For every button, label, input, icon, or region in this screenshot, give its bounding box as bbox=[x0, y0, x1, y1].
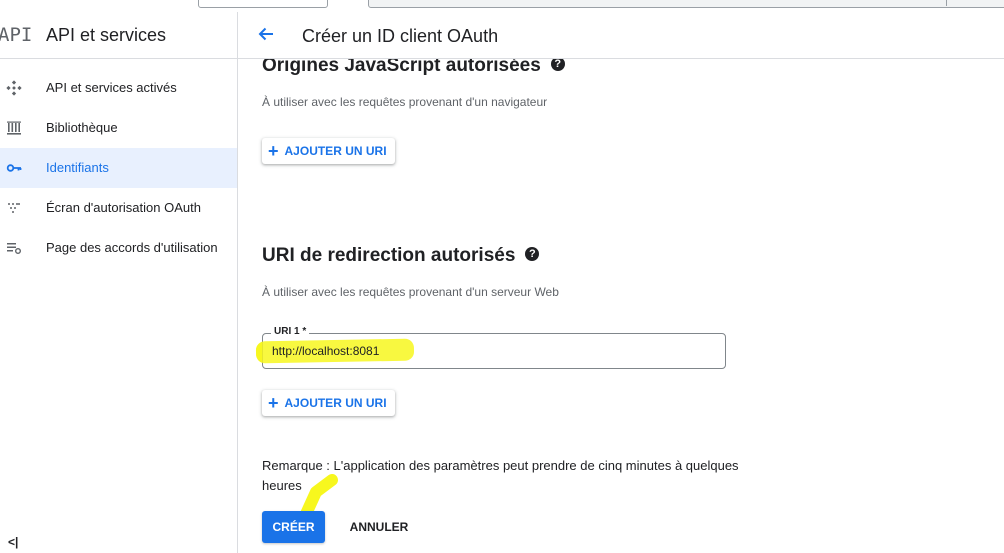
help-icon[interactable]: ? bbox=[525, 246, 540, 261]
browser-tab-fragment[interactable] bbox=[198, 0, 328, 8]
redirect-uri-1-input[interactable] bbox=[272, 344, 712, 358]
sidebar-item-oauth-consent[interactable]: Écran d'autorisation OAuth bbox=[0, 188, 237, 228]
plus-icon: + bbox=[268, 393, 279, 413]
cancel-button[interactable]: ANNULER bbox=[340, 511, 418, 543]
create-button[interactable]: CRÉER bbox=[262, 511, 325, 543]
collapse-sidebar-button[interactable]: <| bbox=[8, 535, 18, 549]
sidebar-item-label: Identifiants bbox=[46, 160, 109, 175]
plus-icon: + bbox=[268, 141, 279, 161]
api-logo: API bbox=[0, 24, 33, 46]
browser-divider bbox=[946, 0, 947, 6]
add-redirect-uri-button[interactable]: + AJOUTER UN URI bbox=[262, 390, 395, 416]
help-icon[interactable]: ? bbox=[550, 56, 565, 71]
consent-dots-icon bbox=[6, 200, 22, 216]
redirect-uris-description: À utiliser avec les requêtes provenant d… bbox=[262, 285, 559, 299]
redirect-uri-1-label: URI 1 * bbox=[271, 326, 310, 337]
page-header: Créer un ID client OAuth bbox=[238, 12, 1004, 59]
js-origins-description: À utiliser avec les requêtes provenant d… bbox=[262, 95, 548, 109]
back-arrow-icon[interactable] bbox=[256, 24, 276, 44]
library-icon bbox=[6, 120, 22, 136]
sidebar-item-library[interactable]: Bibliothèque bbox=[0, 108, 237, 148]
sidebar-item-credentials[interactable]: Identifiants bbox=[0, 148, 237, 188]
sidebar-item-label: API et services activés bbox=[46, 80, 177, 95]
sidebar-item-label: Page des accords d'utilisation bbox=[46, 240, 218, 255]
sidebar-item-label: Bibliothèque bbox=[46, 120, 118, 135]
sidebar-item-label: Écran d'autorisation OAuth bbox=[46, 200, 201, 215]
api-diamond-icon bbox=[6, 80, 22, 96]
list-settings-icon bbox=[6, 240, 22, 256]
sidebar-title: API et services bbox=[46, 25, 167, 45]
add-js-origin-button[interactable]: + AJOUTER UN URI bbox=[262, 138, 395, 164]
sidebar-item-usage-agreements[interactable]: Page des accords d'utilisation bbox=[0, 228, 237, 268]
add-uri-label: AJOUTER UN URI bbox=[284, 144, 387, 158]
browser-address-bar-fragment[interactable] bbox=[368, 0, 1004, 8]
sidebar-header: API API et services bbox=[0, 12, 237, 59]
add-uri-label: AJOUTER UN URI bbox=[284, 396, 387, 410]
redirect-uris-title-text: URI de redirection autorisés bbox=[262, 245, 516, 266]
sidebar: API API et services API et services acti… bbox=[0, 12, 238, 553]
key-icon bbox=[6, 160, 22, 176]
sidebar-item-enabled-apis[interactable]: API et services activés bbox=[0, 68, 237, 108]
redirect-uris-title: URI de redirection autorisés? bbox=[262, 245, 540, 267]
page-title: Créer un ID client OAuth bbox=[302, 26, 499, 46]
